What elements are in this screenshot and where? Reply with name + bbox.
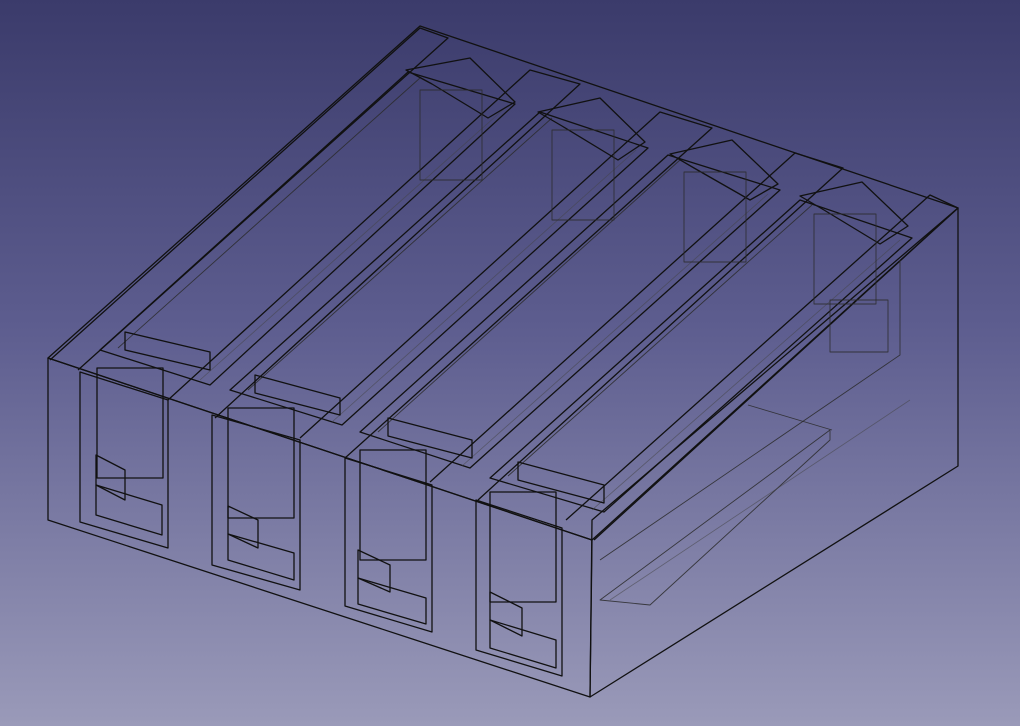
enclosure-body (47, 25, 959, 698)
model-canvas[interactable] (0, 0, 1020, 726)
front-pocket-3 (344, 417, 473, 633)
front-pocket-4 (475, 461, 605, 677)
channel-troughs (49, 27, 959, 541)
side-internal-details (599, 260, 911, 601)
3d-viewport[interactable] (0, 0, 1020, 726)
front-pocket-2 (211, 374, 341, 591)
